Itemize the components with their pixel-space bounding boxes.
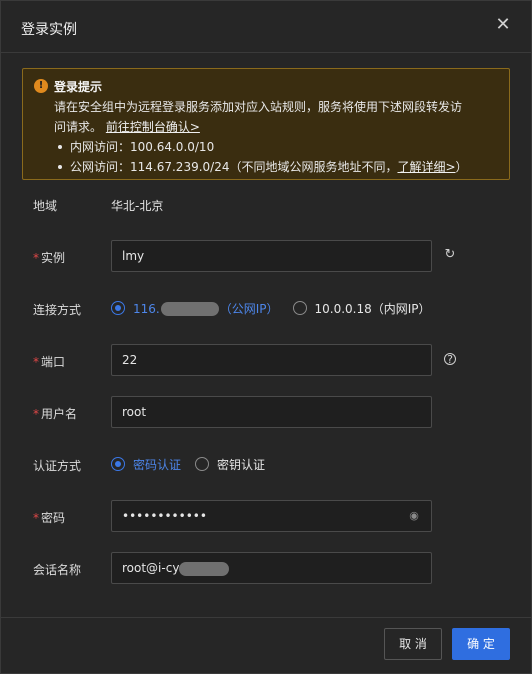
- console-confirm-link[interactable]: 前往控制台确认>: [106, 120, 200, 134]
- bullet-private: 内网访问：100.64.0.0/10: [54, 137, 497, 157]
- login-instance-dialog: 登录实例 ✕ ! 登录提示 请在安全组中为远程登录服务添加对应入站规则，服务将使…: [0, 0, 532, 674]
- session-input[interactable]: root@i-cy: [111, 552, 432, 584]
- port-input[interactable]: 22: [111, 344, 432, 376]
- region-label: 地域: [33, 199, 58, 213]
- private-ip-radio[interactable]: 10.0.0.18（内网IP）: [292, 300, 431, 317]
- radio-dot: [111, 301, 125, 315]
- private-ip-label: 10.0.0.18（内网IP）: [314, 301, 431, 316]
- help-icon[interactable]: ?: [444, 353, 456, 365]
- password-auth-radio[interactable]: 密码认证: [111, 456, 181, 473]
- username-row: * 用户名 root: [1, 396, 531, 428]
- notice-text: 请在安全组中为远程登录服务添加对应入站规则，服务将使用下述网段转发访 问请求。 …: [54, 97, 497, 137]
- warning-icon: !: [34, 79, 48, 93]
- login-notice: ! 登录提示 请在安全组中为远程登录服务添加对应入站规则，服务将使用下述网段转发…: [22, 68, 510, 180]
- key-auth-radio[interactable]: 密钥认证: [195, 456, 265, 473]
- instance-label: * 实例: [33, 251, 66, 265]
- confirm-button[interactable]: 确 定: [452, 628, 510, 660]
- bullet-public-suffix: ）: [455, 160, 468, 174]
- session-value: root@i-cy: [122, 561, 180, 575]
- session-label: 会话名称: [33, 563, 82, 577]
- cancel-button[interactable]: 取 消: [384, 628, 442, 660]
- username-label: * 用户名: [33, 407, 78, 421]
- notice-line2: 问请求。: [54, 120, 103, 134]
- public-ip-label: 116. （公网IP）: [133, 300, 279, 317]
- radio-dot: [111, 457, 125, 471]
- public-ip-radio[interactable]: 116. （公网IP）: [111, 300, 279, 317]
- region-value: 华北-北京: [111, 199, 164, 213]
- connection-row: 连接方式 116. （公网IP） 10.0.0.18（内网IP）: [1, 292, 531, 324]
- session-row: 会话名称 root@i-cy: [1, 552, 531, 584]
- username-label-text: 用户名: [41, 407, 78, 421]
- instance-label-text: 实例: [41, 251, 66, 265]
- close-icon[interactable]: ✕: [493, 15, 513, 35]
- auth-row: 认证方式 密码认证 密钥认证: [1, 448, 531, 480]
- learn-more-link[interactable]: 了解详细>: [397, 160, 455, 174]
- radio-dot: [195, 457, 210, 471]
- auth-label: 认证方式: [33, 459, 82, 473]
- key-auth-label: 密钥认证: [217, 457, 266, 472]
- username-input[interactable]: root: [111, 396, 432, 428]
- instance-select[interactable]: lmy: [111, 240, 432, 272]
- auth-radio-group: 密码认证 密钥认证: [111, 448, 279, 480]
- connection-radio-group: 116. （公网IP） 10.0.0.18（内网IP）: [111, 292, 445, 324]
- password-mask: ••••••••••••: [122, 509, 207, 523]
- port-label: * 端口: [33, 355, 66, 369]
- password-auth-label: 密码认证: [133, 457, 182, 472]
- eye-icon[interactable]: ◉: [407, 509, 421, 523]
- instance-row: * 实例 lmy ↻: [1, 240, 531, 272]
- dialog-footer: 取 消 确 定: [1, 617, 531, 673]
- password-row: * 密码 •••••••••••• ◉: [1, 500, 531, 532]
- connection-label: 连接方式: [33, 303, 82, 317]
- public-ip-suffix: （公网IP）: [219, 301, 279, 316]
- public-ip-prefix: 116.: [133, 301, 160, 316]
- dialog-header: 登录实例 ✕: [1, 1, 531, 53]
- password-label: * 密码: [33, 511, 66, 525]
- notice-title: 登录提示: [54, 80, 103, 94]
- port-label-text: 端口: [41, 355, 66, 369]
- port-row: * 端口 22 ?: [1, 344, 531, 376]
- radio-dot: [292, 301, 307, 315]
- redacted-ip: [160, 302, 219, 316]
- bullet-public-text: 公网访问：114.67.239.0/24（不同地域公网服务地址不同，: [70, 160, 398, 174]
- notice-line1: 请在安全组中为远程登录服务添加对应入站规则，服务将使用下述网段转发访: [54, 100, 463, 114]
- password-input[interactable]: •••••••••••• ◉: [111, 500, 432, 532]
- bullet-public: 公网访问：114.67.239.0/24（不同地域公网服务地址不同，了解详细>）: [54, 157, 497, 177]
- password-label-text: 密码: [41, 511, 66, 525]
- dialog-title: 登录实例: [21, 22, 77, 38]
- notice-bullets: 内网访问：100.64.0.0/10 公网访问：114.67.239.0/24（…: [54, 137, 497, 177]
- redacted-session: [179, 561, 230, 576]
- region-row: 地域 华北-北京: [1, 188, 531, 220]
- refresh-icon[interactable]: ↻: [443, 248, 457, 262]
